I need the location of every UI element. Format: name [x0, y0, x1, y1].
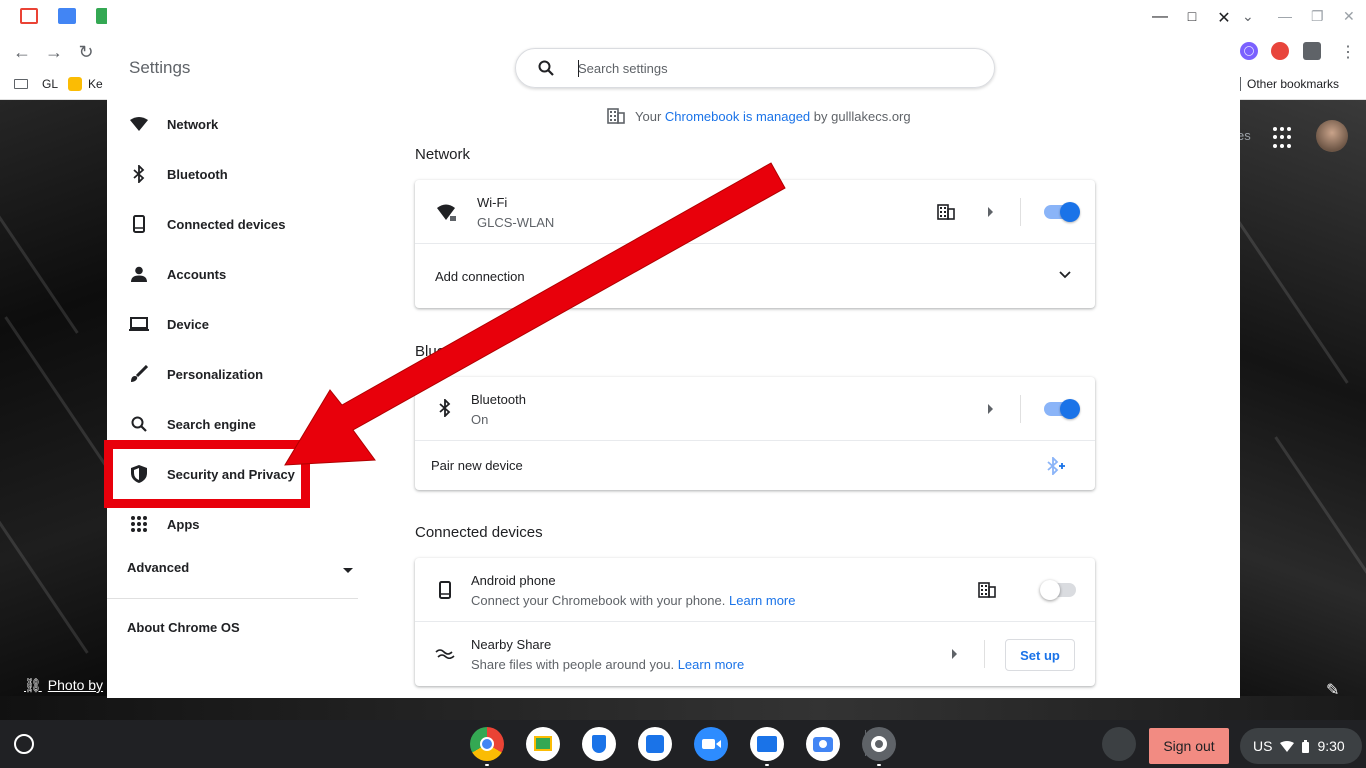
system-tray[interactable]: US 9:30 [1240, 728, 1362, 764]
notes-square [646, 735, 664, 753]
ime-indicator: US [1253, 738, 1273, 754]
zoom-lens [716, 740, 721, 748]
running-indicator [877, 764, 881, 766]
classroom-app-icon[interactable] [526, 727, 560, 761]
chrome-app-icon[interactable] [470, 727, 504, 766]
running-indicator [485, 764, 489, 766]
running-indicator [765, 764, 769, 766]
files-folder [757, 736, 777, 752]
zoom-camera [702, 739, 715, 749]
zoom-app-icon[interactable] [694, 727, 728, 761]
sign-out-button[interactable]: Sign out [1149, 728, 1229, 764]
settings-app-icon[interactable] [862, 727, 896, 766]
battery-icon [1302, 739, 1310, 753]
camera-lens [819, 740, 827, 748]
security-app-icon[interactable] [582, 727, 616, 761]
chrome-center [480, 737, 494, 751]
launcher-icon[interactable] [14, 734, 34, 754]
settings-gear [871, 736, 887, 752]
classroom-board [534, 736, 552, 751]
notes-app-icon[interactable] [638, 727, 672, 761]
camera-app-icon[interactable] [806, 727, 840, 761]
clock-time: 9:30 [1317, 738, 1345, 754]
security-shield [592, 735, 606, 753]
wifi-status-icon [1280, 740, 1295, 752]
holding-space-icon[interactable] [1102, 727, 1136, 761]
annotation-arrow [284, 162, 786, 466]
files-app-icon[interactable] [750, 727, 784, 766]
